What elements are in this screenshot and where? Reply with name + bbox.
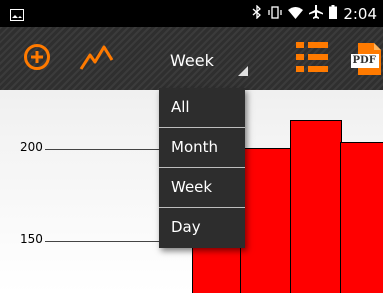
y-tick-label: 150 [20, 232, 43, 246]
period-option-label: All [171, 98, 190, 116]
pdf-icon-text: PDF [352, 54, 376, 66]
list-icon [294, 40, 330, 78]
trend-button[interactable] [76, 27, 126, 90]
bar [240, 148, 292, 293]
image-notification-icon [10, 6, 24, 25]
trend-line-icon [78, 42, 124, 76]
list-button[interactable] [290, 27, 334, 90]
period-option-label: Week [171, 178, 213, 196]
dropdown-corner-icon [238, 66, 248, 76]
add-circle-icon [23, 43, 51, 75]
battery-icon [329, 5, 338, 23]
add-button[interactable] [18, 27, 56, 90]
status-bar: 2:04 [0, 0, 383, 27]
period-option-all[interactable]: All [159, 88, 245, 128]
period-option-day[interactable]: Day [159, 208, 245, 248]
vibrate-icon [268, 5, 282, 23]
period-dropdown-menu: All Month Week Day [159, 88, 245, 248]
wifi-icon [288, 5, 304, 23]
period-option-label: Day [171, 218, 201, 236]
period-dropdown[interactable]: Week [158, 42, 250, 82]
period-option-label: Month [171, 138, 219, 156]
pdf-icon: PDF [348, 42, 382, 76]
export-pdf-button[interactable]: PDF [346, 27, 383, 90]
bluetooth-icon [252, 4, 262, 23]
period-option-week[interactable]: Week [159, 168, 245, 208]
bar [340, 142, 383, 293]
period-option-month[interactable]: Month [159, 128, 245, 168]
period-selected-label: Week [170, 51, 214, 70]
y-tick-label: 200 [20, 140, 43, 154]
clock-time: 2:04 [343, 5, 377, 23]
bar [290, 120, 342, 293]
airplane-icon [309, 5, 324, 23]
